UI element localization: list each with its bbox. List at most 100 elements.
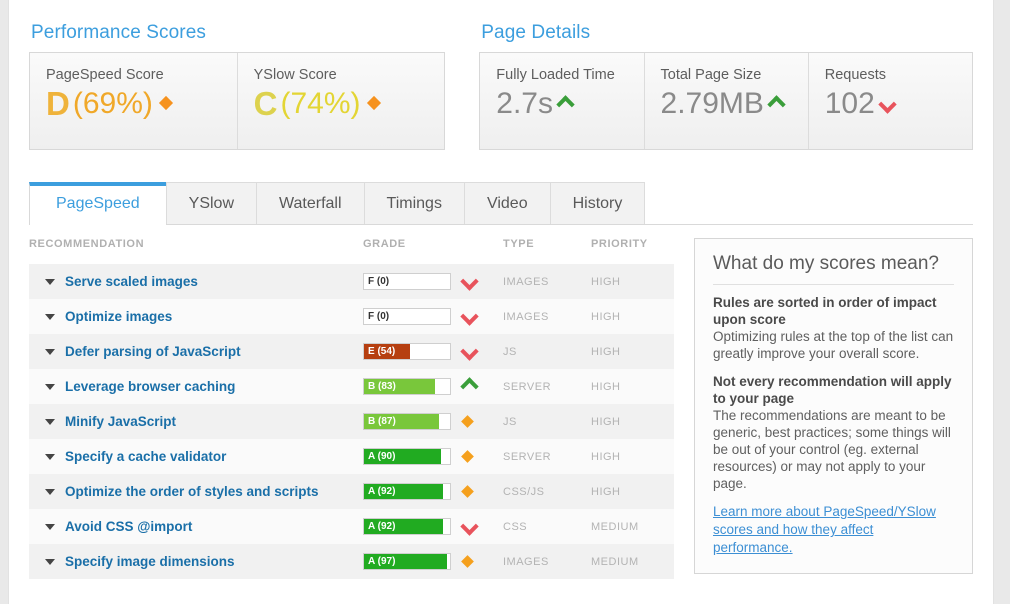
- column-header-priority: PRIORITY: [591, 238, 648, 250]
- row-priority: HIGH: [591, 485, 621, 498]
- grade-bar-label: B (83): [368, 381, 396, 392]
- row-type: IMAGES: [503, 310, 549, 323]
- table-row[interactable]: Leverage browser caching B (83) SERVER HIGH: [29, 369, 674, 404]
- recommendation-link[interactable]: Minify JavaScript: [65, 414, 176, 429]
- grade-bar-label: B (87): [368, 416, 396, 427]
- grade-bar-label: F (0): [368, 276, 390, 287]
- table-row[interactable]: Avoid CSS @import A (92) CSS MEDIUM: [29, 509, 674, 544]
- row-priority: MEDIUM: [591, 555, 639, 568]
- row-type: CSS: [503, 520, 528, 533]
- column-header-recommendation: RECOMMENDATION: [29, 238, 145, 250]
- recommendation-link[interactable]: Avoid CSS @import: [65, 519, 192, 534]
- table-row[interactable]: Serve scaled images F (0) IMAGES HIGH: [29, 264, 674, 299]
- row-type: SERVER: [503, 380, 552, 393]
- chevron-up-icon: [767, 94, 786, 114]
- tab-yslow[interactable]: YSlow: [165, 182, 257, 224]
- table-row[interactable]: Specify image dimensions A (97) IMAGES MEDI…: [29, 544, 674, 579]
- table-row[interactable]: Minify JavaScript B (87) JS HIGH: [29, 404, 674, 439]
- page-details-block: Page Details Fully Loaded Time 2.7s Tota…: [479, 22, 973, 150]
- fully-loaded-time-value: 2.7s: [496, 85, 643, 123]
- fully-loaded-time-cell[interactable]: Fully Loaded Time 2.7s: [480, 53, 645, 149]
- table-row[interactable]: Specify a cache validator A (90) SERVER HIG…: [29, 439, 674, 474]
- expand-caret-icon[interactable]: [45, 278, 55, 285]
- performance-scores-title: Performance Scores: [31, 22, 206, 43]
- table-header-row: RECOMMENDATION GRADE TYPE PRIORITY: [29, 238, 674, 264]
- page-details-panel: Fully Loaded Time 2.7s Total Page Size 2…: [479, 52, 973, 150]
- requests-value: 102: [825, 85, 972, 123]
- chevron-down-icon: [460, 307, 479, 326]
- recommendation-link[interactable]: Optimize images: [65, 309, 172, 324]
- row-type: IMAGES: [503, 555, 549, 568]
- grade-bar-label: A (97): [368, 556, 396, 567]
- expand-caret-icon[interactable]: [45, 488, 55, 495]
- pagespeed-grade-percent: (69%): [72, 87, 153, 120]
- tab-pagespeed[interactable]: PageSpeed: [29, 182, 167, 225]
- tab-video[interactable]: Video: [463, 182, 551, 224]
- row-priority: HIGH: [591, 380, 621, 393]
- yslow-score-value: C (74%): [254, 85, 445, 123]
- total-page-size-label: Total Page Size: [660, 67, 762, 83]
- diamond-icon: [461, 450, 474, 463]
- expand-caret-icon[interactable]: [45, 348, 55, 355]
- grade-bar-label: E (54): [368, 346, 396, 357]
- page-details-title: Page Details: [481, 22, 591, 43]
- column-header-type: TYPE: [503, 238, 535, 250]
- table-row[interactable]: Optimize the order of styles and scripts…: [29, 474, 674, 509]
- table-row[interactable]: Defer parsing of JavaScript E (54) JS HIGH: [29, 334, 674, 369]
- chevron-down-icon: [460, 272, 479, 291]
- requests-cell[interactable]: Requests 102: [808, 53, 972, 149]
- total-page-size-value: 2.79MB: [661, 85, 808, 123]
- tab-waterfall[interactable]: Waterfall: [256, 182, 365, 224]
- diamond-icon: [461, 555, 474, 568]
- recommendation-link[interactable]: Specify image dimensions: [65, 554, 235, 569]
- yslow-score-label: YSlow Score: [253, 67, 337, 83]
- content-area: RECOMMENDATION GRADE TYPE PRIORITY Serve…: [9, 238, 993, 579]
- tab-timings[interactable]: Timings: [363, 182, 465, 224]
- grade-bar: E (54): [363, 343, 451, 360]
- row-priority: HIGH: [591, 450, 621, 463]
- grade-bar-label: F (0): [368, 311, 390, 322]
- expand-caret-icon[interactable]: [45, 418, 55, 425]
- recommendation-link[interactable]: Serve scaled images: [65, 274, 198, 289]
- recommendation-link[interactable]: Specify a cache validator: [65, 449, 226, 464]
- recommendation-link[interactable]: Defer parsing of JavaScript: [65, 344, 241, 359]
- diamond-icon: [461, 415, 474, 428]
- requests-label: Requests: [824, 67, 887, 83]
- yslow-grade-letter: C: [253, 85, 278, 122]
- grade-bar: A (97): [363, 553, 451, 570]
- total-page-size-cell[interactable]: Total Page Size 2.79MB: [644, 53, 809, 149]
- chevron-down-icon: [460, 517, 479, 536]
- total-page-size-number: 2.79MB: [660, 87, 764, 120]
- learn-more-link[interactable]: Learn more about PageSpeed/YSlow scores …: [713, 504, 936, 555]
- expand-caret-icon[interactable]: [45, 313, 55, 320]
- expand-caret-icon[interactable]: [45, 558, 55, 565]
- tabs-container: PageSpeed YSlow Waterfall Timings Video Histo…: [29, 182, 973, 225]
- pagespeed-score-cell[interactable]: PageSpeed Score D (69%): [30, 53, 238, 149]
- diamond-icon: [158, 95, 173, 111]
- performance-scores-block: Performance Scores PageSpeed Score D (69…: [29, 22, 446, 150]
- pagespeed-grade-letter: D: [46, 85, 70, 122]
- requests-number: 102: [824, 87, 875, 120]
- scores-explainer-column: What do my scores mean? Rules are sorted…: [694, 238, 973, 579]
- yslow-score-cell[interactable]: YSlow Score C (74%): [237, 53, 445, 149]
- expand-caret-icon[interactable]: [45, 453, 55, 460]
- grade-bar: F (0): [363, 308, 451, 325]
- recommendation-link[interactable]: Optimize the order of styles and scripts: [65, 484, 319, 499]
- explainer-block-2: Not every recommendation will apply to y…: [713, 373, 954, 492]
- grade-bar: A (90): [363, 448, 451, 465]
- performance-scores-panel: PageSpeed Score D (69%) YSlow Score C (7…: [29, 52, 446, 150]
- recommendation-link[interactable]: Leverage browser caching: [65, 379, 235, 394]
- scores-explainer-title: What do my scores mean?: [713, 253, 954, 285]
- row-priority: MEDIUM: [591, 520, 639, 533]
- grade-bar-label: A (90): [368, 451, 396, 462]
- table-row[interactable]: Optimize images F (0) IMAGES HIGH: [29, 299, 674, 334]
- explainer-block-1: Rules are sorted in order of impact upon…: [713, 294, 954, 362]
- pagespeed-score-label: PageSpeed Score: [46, 67, 164, 83]
- grade-bar-label: A (92): [368, 486, 396, 497]
- tab-history[interactable]: History: [549, 182, 646, 224]
- row-type: SERVER: [503, 450, 552, 463]
- row-type: JS: [503, 415, 517, 428]
- grade-bar: B (87): [363, 413, 451, 430]
- expand-caret-icon[interactable]: [45, 383, 55, 390]
- expand-caret-icon[interactable]: [45, 523, 55, 530]
